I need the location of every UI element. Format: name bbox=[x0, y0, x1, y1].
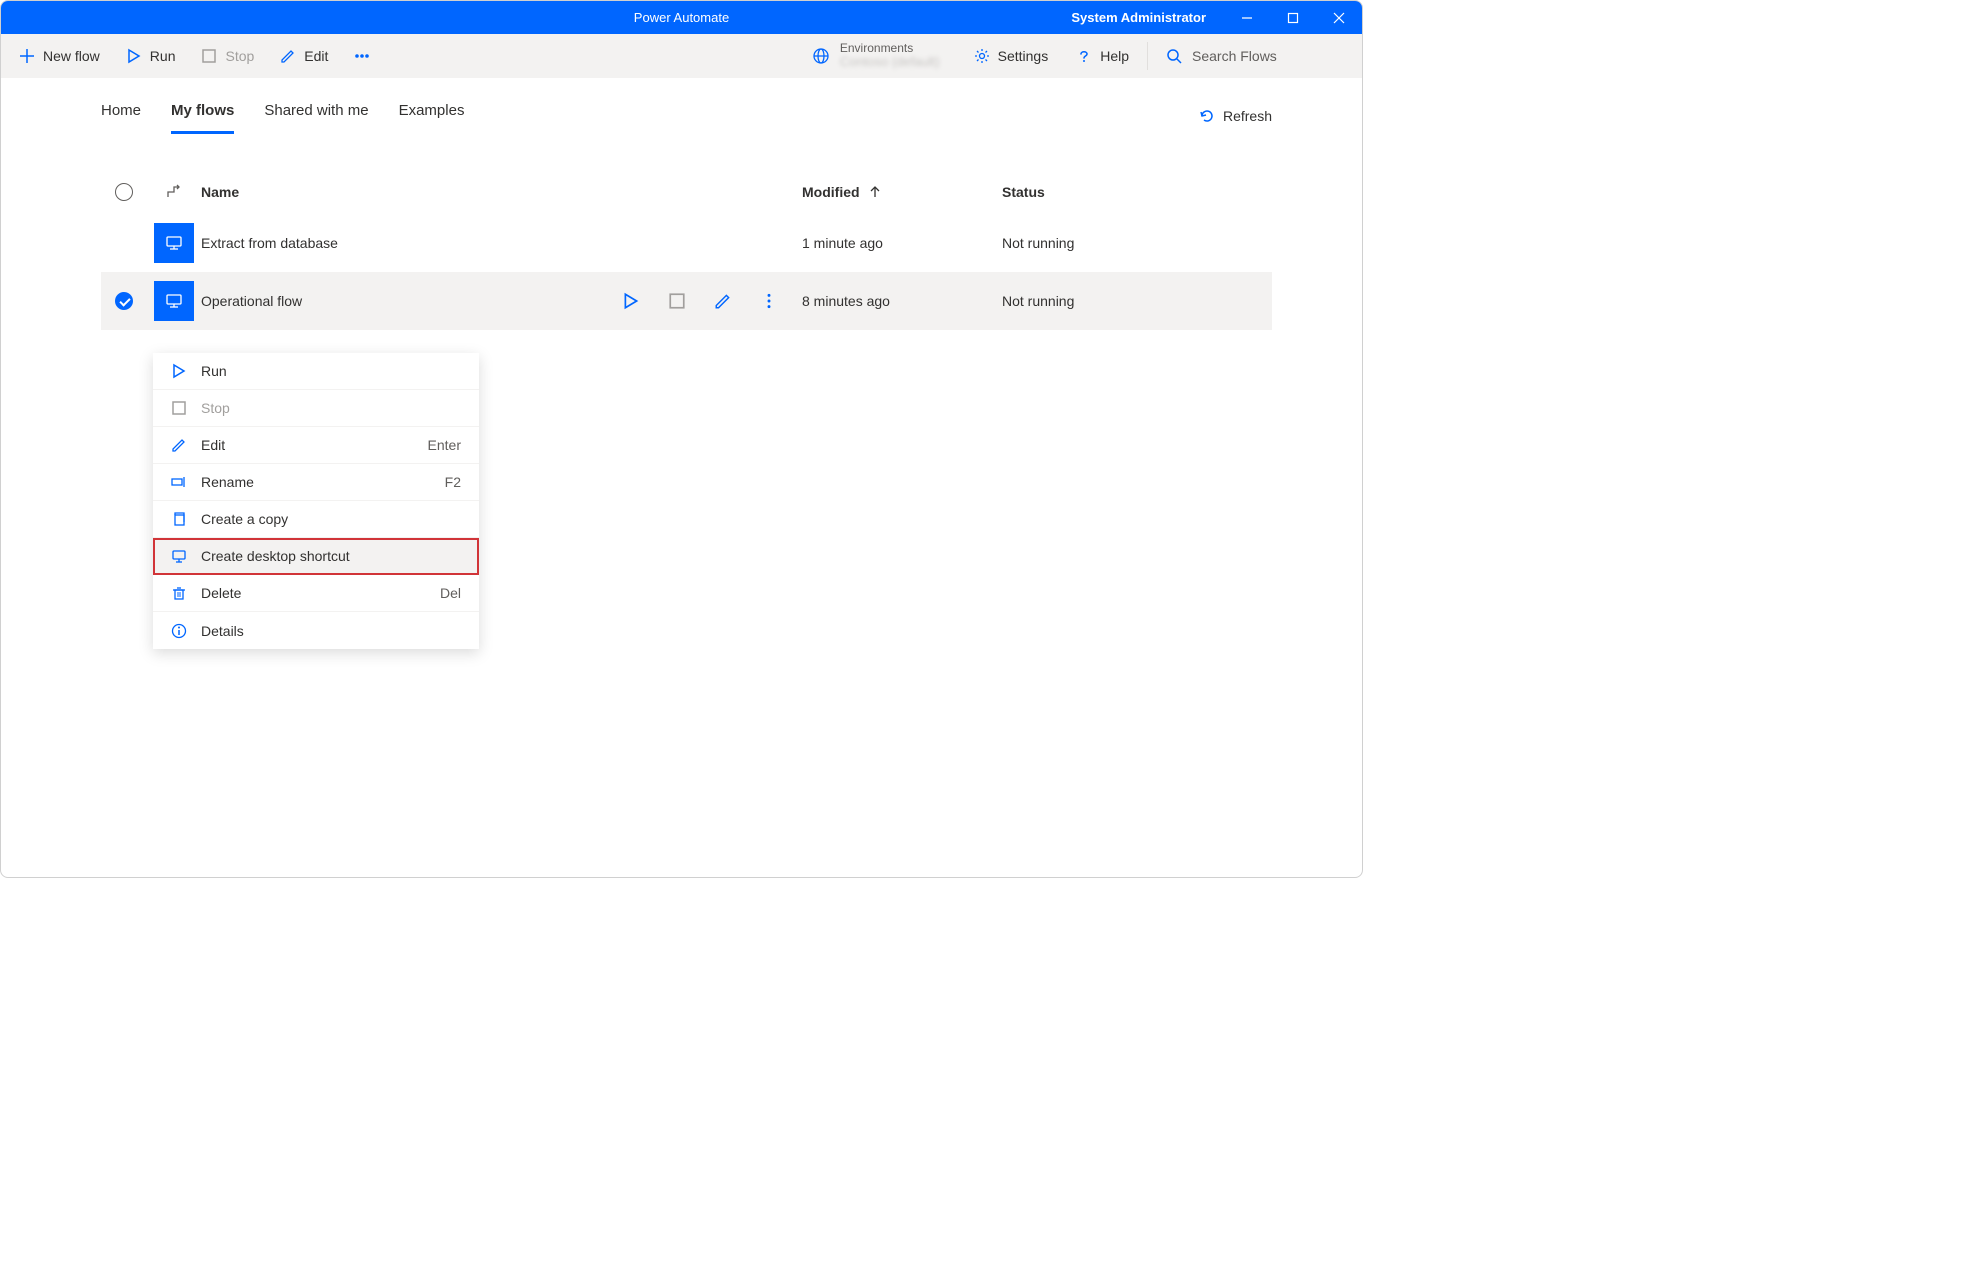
globe-icon bbox=[812, 47, 830, 65]
row-more-icon[interactable] bbox=[760, 292, 778, 310]
nav-tabs: Home My flows Shared with me Examples bbox=[101, 102, 464, 134]
stop-icon bbox=[201, 48, 217, 64]
copy-icon bbox=[171, 511, 187, 527]
select-all[interactable] bbox=[101, 183, 147, 201]
stop-label: Stop bbox=[225, 48, 254, 64]
status-column-header[interactable]: Status bbox=[1002, 184, 1272, 200]
edit-label: Edit bbox=[304, 48, 328, 64]
desktop-shortcut-icon bbox=[171, 548, 187, 564]
tab-my-flows[interactable]: My flows bbox=[171, 102, 234, 134]
stop-icon bbox=[171, 400, 187, 416]
command-bar: New flow Run Stop Edit Environments Cont… bbox=[1, 34, 1362, 78]
environment-picker[interactable]: Environments Contoso (default) bbox=[812, 42, 940, 69]
ctx-details[interactable]: Details bbox=[153, 612, 479, 649]
info-icon bbox=[171, 623, 187, 639]
run-button[interactable]: Run bbox=[126, 48, 176, 64]
row-stop-icon[interactable] bbox=[668, 292, 686, 310]
edit-button[interactable]: Edit bbox=[280, 48, 328, 64]
row-edit-icon[interactable] bbox=[714, 292, 732, 310]
refresh-label: Refresh bbox=[1223, 108, 1272, 124]
modified-column-header[interactable]: Modified bbox=[802, 184, 1002, 200]
ctx-rename[interactable]: Rename F2 bbox=[153, 464, 479, 501]
search-icon bbox=[1166, 48, 1182, 64]
new-flow-label: New flow bbox=[43, 48, 100, 64]
close-icon bbox=[1333, 12, 1345, 24]
environment-value: Contoso (default) bbox=[840, 55, 940, 69]
pencil-icon bbox=[280, 48, 296, 64]
shortcut-label: Del bbox=[440, 585, 461, 601]
row-select[interactable] bbox=[101, 292, 147, 310]
shortcut-label: Enter bbox=[428, 437, 461, 453]
flows-table: Name Modified Status Extract from databa… bbox=[101, 170, 1272, 330]
search-input[interactable] bbox=[1190, 47, 1330, 65]
maximize-button[interactable] bbox=[1270, 1, 1316, 34]
desktop-flow-icon bbox=[154, 281, 194, 321]
flow-type-icon bbox=[165, 183, 183, 201]
ctx-stop: Stop bbox=[153, 390, 479, 427]
run-label: Run bbox=[150, 48, 176, 64]
settings-label: Settings bbox=[998, 48, 1049, 64]
ctx-create-desktop-shortcut[interactable]: Create desktop shortcut bbox=[153, 538, 479, 575]
question-icon bbox=[1076, 48, 1092, 64]
minimize-icon bbox=[1241, 12, 1253, 24]
type-column-icon[interactable] bbox=[147, 183, 201, 201]
stop-button: Stop bbox=[201, 48, 254, 64]
shortcut-label: F2 bbox=[445, 474, 461, 490]
ctx-delete[interactable]: Delete Del bbox=[153, 575, 479, 612]
table-row[interactable]: Extract from database 1 minute ago Not r… bbox=[101, 214, 1272, 272]
flow-name[interactable]: Operational flow bbox=[201, 293, 602, 309]
play-icon bbox=[126, 48, 142, 64]
refresh-icon bbox=[1199, 108, 1215, 124]
sort-asc-icon bbox=[870, 186, 880, 198]
flow-name[interactable]: Extract from database bbox=[201, 235, 602, 251]
table-header: Name Modified Status bbox=[101, 170, 1272, 214]
flow-modified: 8 minutes ago bbox=[802, 293, 1002, 309]
flow-status: Not running bbox=[1002, 235, 1272, 251]
context-menu: Run Stop Edit Enter Rename F2 Create a c… bbox=[153, 353, 479, 649]
settings-button[interactable]: Settings bbox=[960, 48, 1063, 64]
trash-icon bbox=[171, 585, 187, 601]
help-button[interactable]: Help bbox=[1062, 48, 1143, 64]
pencil-icon bbox=[171, 437, 187, 453]
minimize-button[interactable] bbox=[1224, 1, 1270, 34]
tab-examples[interactable]: Examples bbox=[399, 102, 465, 134]
plus-icon bbox=[19, 48, 35, 64]
content-area: Home My flows Shared with me Examples Re… bbox=[1, 78, 1362, 330]
tab-home[interactable]: Home bbox=[101, 102, 141, 134]
table-row[interactable]: Operational flow 8 minutes ago Not runni… bbox=[101, 272, 1272, 330]
user-label[interactable]: System Administrator bbox=[1053, 10, 1224, 25]
ctx-edit[interactable]: Edit Enter bbox=[153, 427, 479, 464]
titlebar: Power Automate System Administrator bbox=[1, 1, 1362, 34]
desktop-flow-icon bbox=[154, 223, 194, 263]
gear-icon bbox=[974, 48, 990, 64]
search-flows[interactable] bbox=[1152, 47, 1344, 65]
flow-modified: 1 minute ago bbox=[802, 235, 1002, 251]
ctx-run[interactable]: Run bbox=[153, 353, 479, 390]
play-icon bbox=[171, 363, 187, 379]
app-window: Power Automate System Administrator New … bbox=[0, 0, 1363, 878]
new-flow-button[interactable]: New flow bbox=[19, 48, 100, 64]
tab-shared[interactable]: Shared with me bbox=[264, 102, 368, 134]
ellipsis-icon bbox=[354, 48, 370, 64]
window-title: Power Automate bbox=[634, 10, 729, 25]
close-button[interactable] bbox=[1316, 1, 1362, 34]
help-label: Help bbox=[1100, 48, 1129, 64]
maximize-icon bbox=[1287, 12, 1299, 24]
more-button[interactable] bbox=[354, 48, 370, 64]
rename-icon bbox=[171, 474, 187, 490]
row-play-icon[interactable] bbox=[622, 292, 640, 310]
name-column-header[interactable]: Name bbox=[201, 184, 602, 200]
ctx-copy[interactable]: Create a copy bbox=[153, 501, 479, 538]
refresh-button[interactable]: Refresh bbox=[1199, 108, 1272, 134]
flow-status: Not running bbox=[1002, 293, 1272, 309]
